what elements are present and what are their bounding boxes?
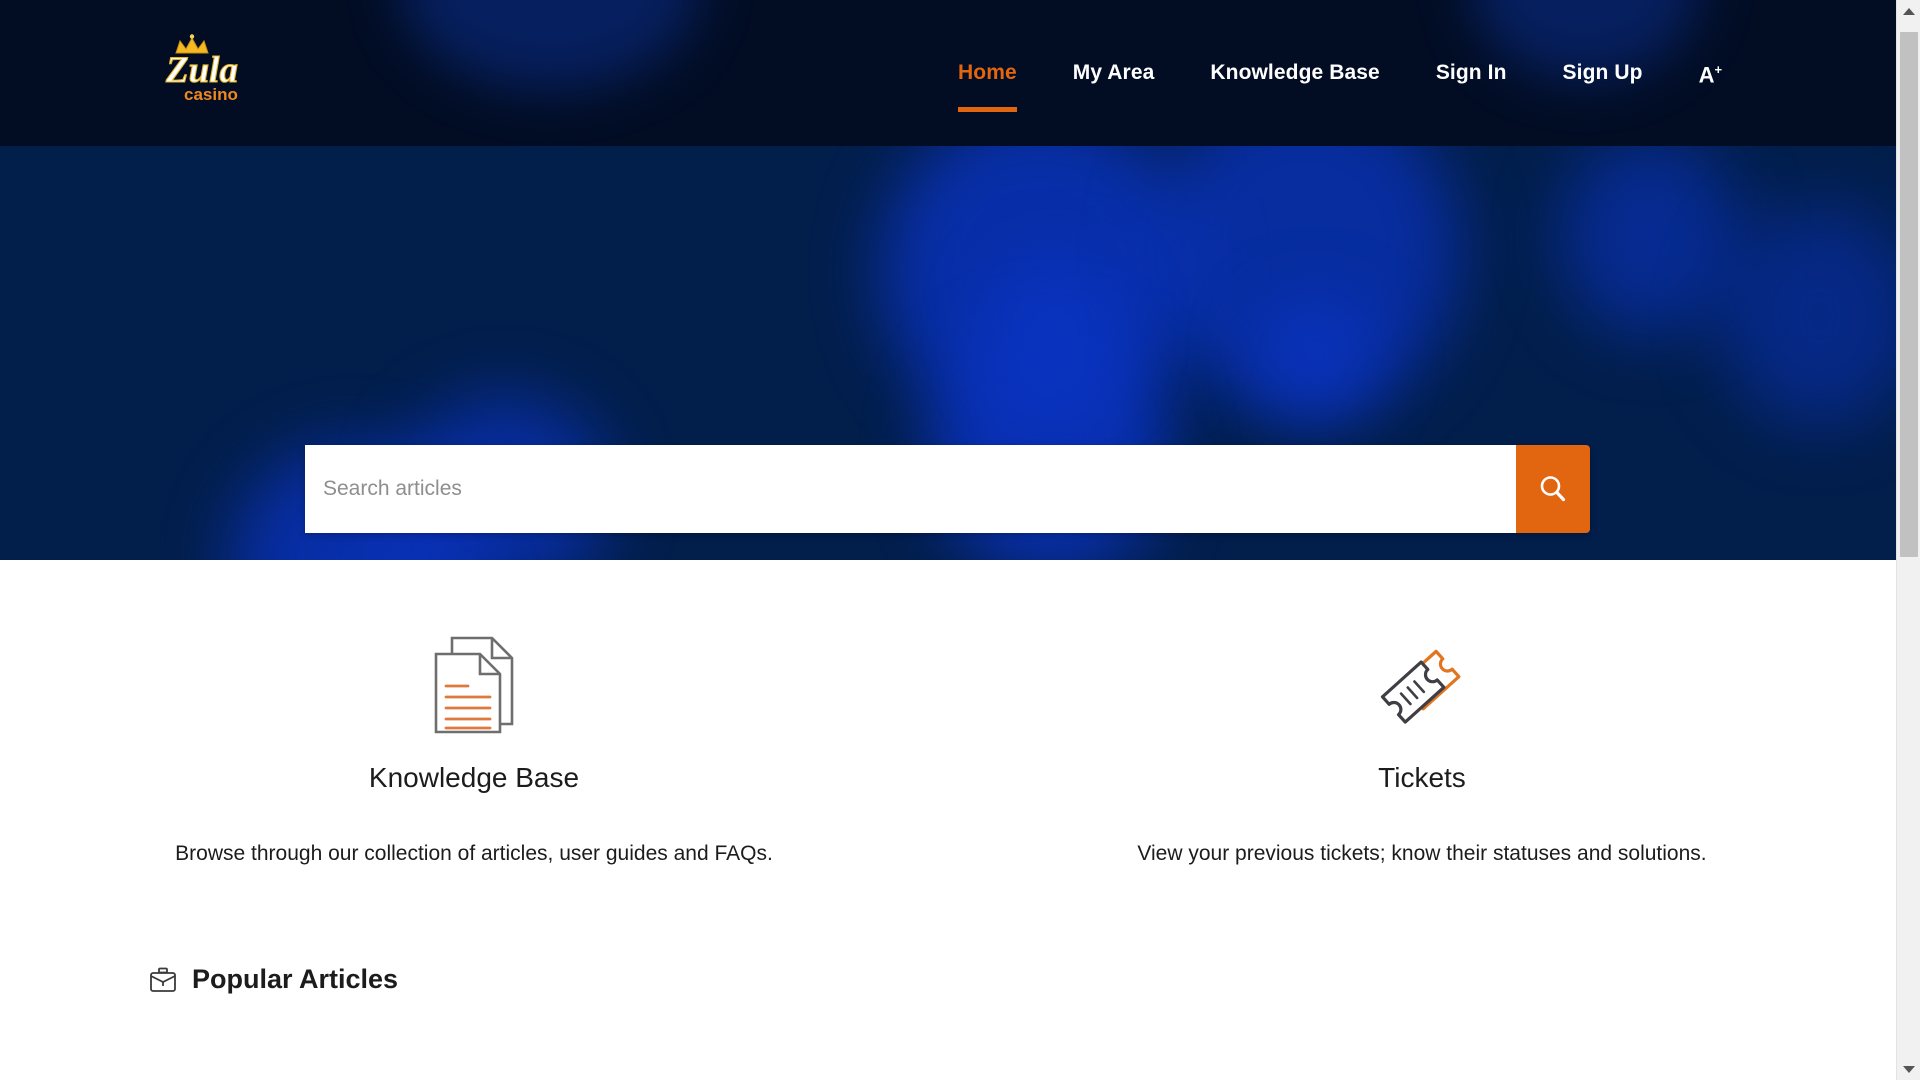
- search-icon: [1536, 472, 1570, 506]
- browser-viewport: Zula casino Home My Area Knowledge Base …: [0, 0, 1920, 1080]
- accessibility-text-size-button[interactable]: A+: [1671, 0, 1750, 146]
- popular-articles-header: Popular Articles: [0, 964, 1896, 995]
- site-logo[interactable]: Zula casino: [150, 34, 246, 110]
- search-input[interactable]: [305, 445, 1516, 533]
- feature-cards: Knowledge Base Browse through our collec…: [0, 560, 1896, 866]
- nav-item-sign-up[interactable]: Sign Up: [1535, 0, 1671, 146]
- hero-decor-blob: [880, 146, 1200, 436]
- nav-item-sign-in[interactable]: Sign In: [1408, 0, 1535, 146]
- search-bar: [305, 445, 1590, 533]
- accessibility-label: A: [1698, 62, 1715, 88]
- svg-text:casino: casino: [184, 85, 238, 104]
- nav-item-home[interactable]: Home: [930, 0, 1045, 146]
- scroll-down-arrow[interactable]: [1897, 1058, 1920, 1080]
- card-knowledge-base[interactable]: Knowledge Base Browse through our collec…: [0, 624, 948, 866]
- card-description: View your previous tickets; know their s…: [1137, 842, 1707, 865]
- card-title: Tickets: [1378, 762, 1466, 793]
- briefcase-icon: [148, 965, 178, 995]
- tickets-icon: [978, 624, 1866, 744]
- search-button[interactable]: [1516, 445, 1590, 533]
- card-description: Browse through our collection of article…: [175, 842, 773, 865]
- card-title: Knowledge Base: [368, 762, 580, 793]
- nav-item-knowledge-base[interactable]: Knowledge Base: [1182, 0, 1407, 146]
- nav-item-my-area[interactable]: My Area: [1045, 0, 1183, 146]
- main-navigation: Home My Area Knowledge Base Sign In Sign…: [930, 0, 1750, 146]
- popular-articles-title: Popular Articles: [192, 964, 399, 994]
- documents-icon: [30, 624, 918, 744]
- card-tickets[interactable]: Tickets View your previous tickets; know…: [948, 624, 1896, 866]
- hero-decor-blob: [1560, 146, 1740, 336]
- main-content: Knowledge Base Browse through our collec…: [0, 560, 1896, 995]
- hero-decor-blob: [330, 536, 480, 560]
- vertical-scrollbar[interactable]: [1896, 0, 1920, 1080]
- hero-decor-blob: [1255, 296, 1375, 416]
- scroll-up-arrow[interactable]: [1897, 0, 1920, 22]
- header-decor-blob: [400, 0, 700, 90]
- site-header: Zula casino Home My Area Knowledge Base …: [0, 0, 1896, 146]
- hero-section: [0, 146, 1896, 560]
- scrollbar-thumb[interactable]: [1900, 32, 1918, 557]
- hero-decor-blob: [1150, 146, 1460, 416]
- accessibility-sup: +: [1714, 62, 1723, 78]
- hero-decor-blob: [990, 256, 1120, 406]
- hero-decor-blob: [1720, 206, 1896, 426]
- page-content: Zula casino Home My Area Knowledge Base …: [0, 0, 1896, 1080]
